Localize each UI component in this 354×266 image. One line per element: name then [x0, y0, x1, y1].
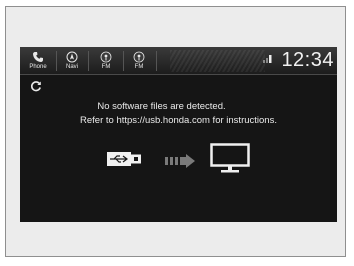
message-line-1: No software files are detected.	[20, 101, 337, 112]
message-line-2: Refer to https://usb.honda.com for instr…	[80, 115, 277, 126]
infotainment-screen: Phone Navi FM FM 12:34 No software files…	[20, 47, 337, 222]
refresh-icon[interactable]	[30, 80, 42, 92]
message-text: No software files are detected.	[97, 101, 226, 112]
status-bar-pattern	[170, 50, 265, 72]
tab-phone[interactable]: Phone	[24, 49, 52, 73]
tab-label: FM	[101, 64, 111, 70]
fm-icon	[133, 51, 145, 63]
divider	[156, 51, 157, 71]
usb-drive-icon	[107, 152, 141, 166]
tab-label: Phone	[29, 64, 47, 70]
signal-icon	[263, 55, 272, 63]
divider	[88, 51, 89, 71]
tab-fm[interactable]: FM	[125, 49, 153, 73]
fm-radio-icon	[100, 51, 112, 63]
monitor-icon	[210, 143, 250, 173]
tab-label: Navi	[65, 64, 78, 70]
divider	[123, 51, 124, 71]
tab-label: FM	[134, 64, 144, 70]
phone-icon	[33, 52, 43, 62]
transfer-arrow-icon	[165, 154, 195, 168]
navi-icon	[66, 51, 78, 63]
tab-fm-radio[interactable]: FM	[92, 49, 120, 73]
divider	[56, 51, 57, 71]
tab-navi[interactable]: Navi	[58, 49, 86, 73]
clock: 12:34	[281, 49, 334, 71]
status-bar: Phone Navi FM FM 12:34	[20, 47, 337, 75]
